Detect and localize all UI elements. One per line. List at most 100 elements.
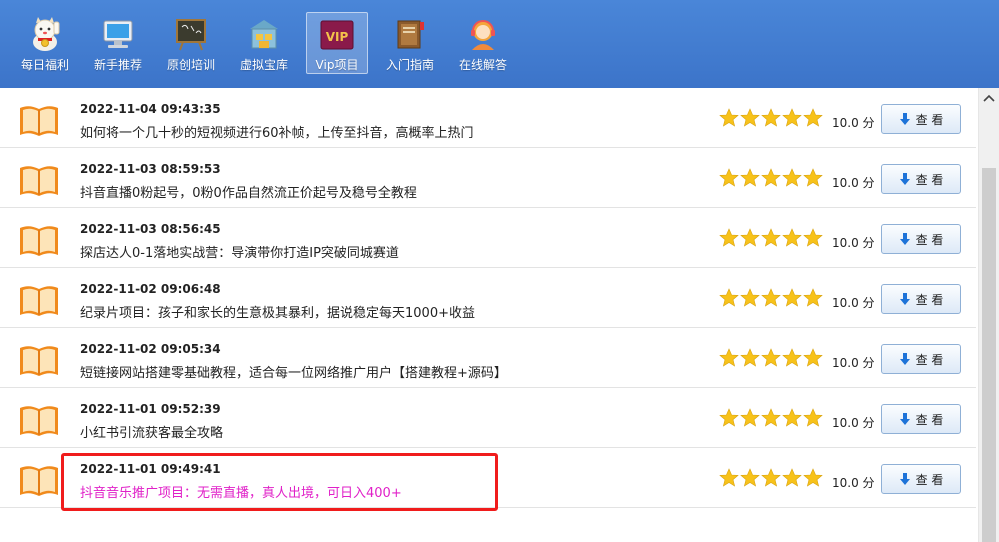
toolbar-label: 新手推荐 (93, 58, 142, 72)
open-book-icon (18, 464, 60, 498)
download-arrow-icon (899, 353, 910, 365)
book-guide-icon (392, 16, 428, 52)
star-icon (803, 348, 824, 368)
star-icon (740, 228, 761, 248)
open-book-icon (18, 284, 60, 318)
top-toolbar: 每日福利 新手推荐 原创培训 虚拟宝库 VIP Vip项目 入门指南 在线解答 (0, 0, 999, 88)
item-date: 2022-11-01 09:52:39 (80, 402, 221, 416)
support-agent-icon (465, 16, 501, 52)
star-icon (782, 108, 803, 128)
star-icon (719, 408, 740, 428)
star-icon (803, 168, 824, 188)
toolbar-label: 每日福利 (20, 58, 69, 72)
list-item: 2022-11-02 09:05:34 短链接网站搭建零基础教程，适合每一位网络… (0, 328, 976, 388)
toolbar-item-online-answer[interactable]: 在线解答 (452, 12, 514, 74)
item-date: 2022-11-02 09:06:48 (80, 282, 221, 296)
star-icon (719, 108, 740, 128)
toolbar-label: 原创培训 (166, 58, 215, 72)
toolbar-label: 虚拟宝库 (239, 58, 288, 72)
open-book-icon (18, 344, 60, 378)
item-title[interactable]: 短链接网站搭建零基础教程，适合每一位网络推广用户【搭建教程+源码】 (80, 362, 507, 381)
treasury-icon (246, 16, 282, 52)
list-item: 2022-11-02 09:06:48 纪录片项目：孩子和家长的生意极其暴利，据… (0, 268, 976, 328)
star-icon (803, 228, 824, 248)
star-icon (740, 108, 761, 128)
star-icon (740, 468, 761, 488)
toolbar-item-getting-started-guide[interactable]: 入门指南 (379, 12, 441, 74)
vip-icon: VIP (319, 17, 355, 52)
view-button[interactable]: 查 看 (881, 164, 961, 194)
item-score: 10.0 分 (832, 416, 875, 430)
rating-stars (719, 108, 824, 130)
star-icon (782, 288, 803, 308)
star-icon (782, 168, 803, 188)
toolbar-item-vip-project[interactable]: VIP Vip项目 (306, 12, 368, 74)
item-date: 2022-11-02 09:05:34 (80, 342, 221, 356)
toolbar-label: Vip项目 (315, 58, 359, 72)
vip-badge-text: VIP (326, 30, 349, 44)
item-title[interactable]: 纪录片项目：孩子和家长的生意极其暴利，据说稳定每天1000+收益 (80, 302, 475, 321)
vertical-scrollbar[interactable] (978, 88, 999, 542)
scrollbar-thumb[interactable] (982, 168, 996, 542)
star-icon (782, 468, 803, 488)
view-button[interactable]: 查 看 (881, 344, 961, 374)
star-icon (719, 288, 740, 308)
star-icon (761, 108, 782, 128)
download-arrow-icon (899, 473, 910, 485)
open-book-icon (18, 104, 60, 138)
rating-stars (719, 288, 824, 310)
view-button-label: 查 看 (915, 292, 944, 307)
star-icon (761, 228, 782, 248)
blackboard-icon (173, 16, 209, 52)
item-title[interactable]: 小红书引流获客最全攻略 (80, 422, 223, 441)
rating-stars (719, 468, 824, 490)
star-icon (740, 348, 761, 368)
star-icon (803, 288, 824, 308)
star-icon (761, 348, 782, 368)
rating-stars (719, 168, 824, 190)
toolbar-item-daily-welfare[interactable]: 每日福利 (14, 12, 76, 74)
open-book-icon (18, 404, 60, 438)
view-button[interactable]: 查 看 (881, 284, 961, 314)
view-button-label: 查 看 (915, 412, 944, 427)
item-title[interactable]: 探店达人0-1落地实战营：导演带你打造IP突破同城赛道 (80, 242, 399, 261)
view-button[interactable]: 查 看 (881, 224, 961, 254)
star-icon (761, 408, 782, 428)
view-button-label: 查 看 (915, 352, 944, 367)
item-date: 2022-11-03 08:56:45 (80, 222, 221, 236)
star-icon (782, 408, 803, 428)
toolbar-label: 在线解答 (458, 58, 507, 72)
item-score: 10.0 分 (832, 236, 875, 250)
list-item: 2022-11-03 08:56:45 探店达人0-1落地实战营：导演带你打造I… (0, 208, 976, 268)
download-arrow-icon (899, 173, 910, 185)
item-title[interactable]: 抖音直播0粉起号，0粉0作品自然流正价起号及稳号全教程 (80, 182, 417, 201)
toolbar-item-virtual-treasury[interactable]: 虚拟宝库 (233, 12, 295, 74)
star-icon (803, 408, 824, 428)
item-score: 10.0 分 (832, 116, 875, 130)
star-icon (782, 228, 803, 248)
star-icon (761, 468, 782, 488)
open-book-icon (18, 224, 60, 258)
view-button-label: 查 看 (915, 232, 944, 247)
scroll-up-arrow-icon[interactable] (979, 88, 999, 108)
view-button-label: 查 看 (915, 472, 944, 487)
list-item: 2022-11-03 08:59:53 抖音直播0粉起号，0粉0作品自然流正价起… (0, 148, 976, 208)
star-icon (719, 168, 740, 188)
view-button-label: 查 看 (915, 112, 944, 127)
download-arrow-icon (899, 413, 910, 425)
star-icon (740, 168, 761, 188)
view-button[interactable]: 查 看 (881, 404, 961, 434)
download-arrow-icon (899, 233, 910, 245)
view-button[interactable]: 查 看 (881, 104, 961, 134)
view-button-label: 查 看 (915, 172, 944, 187)
star-icon (803, 108, 824, 128)
star-icon (719, 228, 740, 248)
star-icon (803, 468, 824, 488)
star-icon (740, 408, 761, 428)
toolbar-item-beginner-recommend[interactable]: 新手推荐 (87, 12, 149, 74)
view-button[interactable]: 查 看 (881, 464, 961, 494)
item-date: 2022-11-03 08:59:53 (80, 162, 221, 176)
item-title[interactable]: 如何将一个几十秒的短视频进行60补帧，上传至抖音，高概率上热门 (80, 122, 474, 141)
star-icon (740, 288, 761, 308)
toolbar-item-original-training[interactable]: 原创培训 (160, 12, 222, 74)
